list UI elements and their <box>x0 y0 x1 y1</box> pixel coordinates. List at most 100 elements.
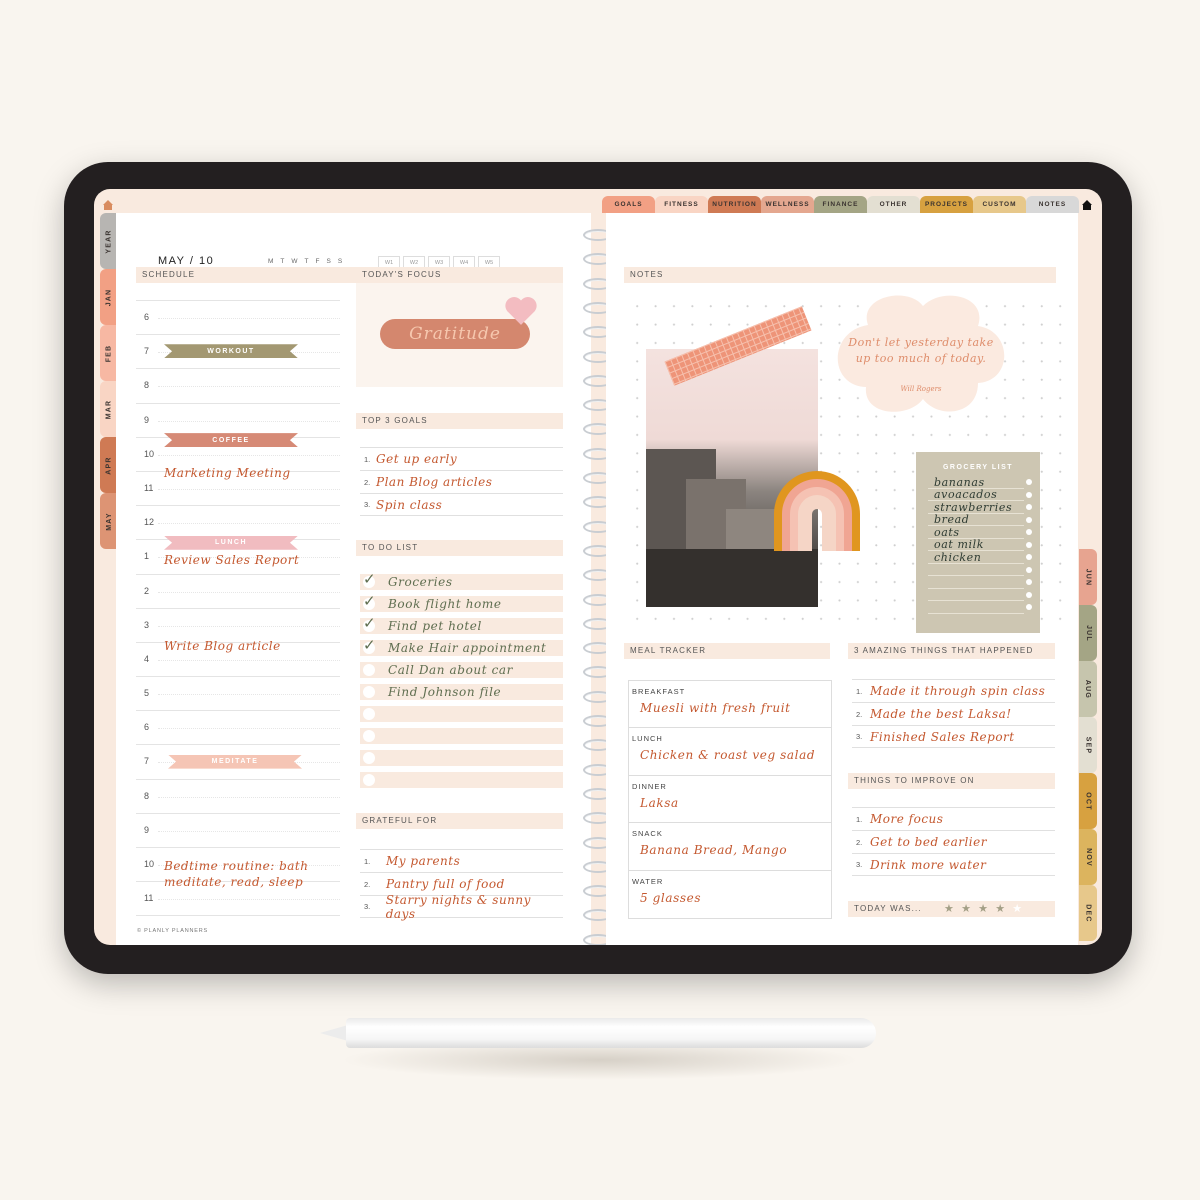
tab-fitness[interactable]: FITNESS <box>655 196 708 213</box>
star-empty-icon[interactable]: ★ <box>1012 903 1023 915</box>
tab-goals[interactable]: GOALS <box>602 196 655 213</box>
tab-oct[interactable]: OCT <box>1079 773 1097 829</box>
grocery-checkbox[interactable] <box>1026 566 1032 573</box>
grocery-item[interactable]: bread <box>928 514 1032 526</box>
todo-checkbox[interactable] <box>363 708 375 720</box>
schedule-hour-row[interactable]: 6 <box>136 710 340 744</box>
grocery-item[interactable]: oat milk <box>928 539 1032 551</box>
focus-box[interactable]: Gratitude <box>356 283 563 387</box>
grocery-checkbox[interactable] <box>1026 529 1032 535</box>
meal-row-dinner[interactable]: DINNER Laksa <box>629 776 831 824</box>
tab-jun[interactable]: JUN <box>1079 549 1097 605</box>
todo-checkbox[interactable] <box>363 752 375 764</box>
weekday-sun[interactable]: S <box>338 258 342 265</box>
grocery-checkbox[interactable] <box>1026 516 1032 523</box>
tab-custom[interactable]: CUSTOM <box>973 196 1026 213</box>
list-item[interactable]: 2. Plan Blog articles <box>360 470 563 493</box>
todo-checkbox[interactable] <box>363 774 375 786</box>
todo-item[interactable]: ✓ Groceries <box>360 570 563 590</box>
star-rating[interactable]: ★ ★ ★ ★ ★ <box>944 903 1023 915</box>
todo-item[interactable] <box>360 728 563 744</box>
list-item[interactable]: 2. Get to bed earlier <box>852 830 1055 853</box>
tab-sep[interactable]: SEP <box>1079 717 1097 773</box>
grocery-item[interactable] <box>928 576 1032 589</box>
schedule-hour-row[interactable]: 3 <box>136 607 340 642</box>
tab-jul[interactable]: JUL <box>1079 605 1097 661</box>
tab-other[interactable]: OTHER <box>867 196 920 213</box>
list-item[interactable]: 1. More focus <box>852 807 1055 830</box>
hour-label: 2 <box>144 585 150 596</box>
schedule-hour-row[interactable]: 9 <box>136 812 340 847</box>
tab-dec[interactable]: DEC <box>1079 885 1097 941</box>
schedule-hour-row[interactable]: 6 <box>136 300 340 334</box>
schedule-hour-row[interactable]: 5 <box>136 676 340 710</box>
tab-nutrition[interactable]: NUTRITION <box>708 196 761 213</box>
list-item[interactable]: 1. Get up early <box>360 447 563 470</box>
grocery-item[interactable] <box>928 601 1032 614</box>
grocery-item[interactable] <box>928 564 1032 576</box>
meal-row-lunch[interactable]: LUNCH Chicken & roast veg salad <box>629 728 831 776</box>
weekday-fri[interactable]: F <box>316 258 320 265</box>
list-item[interactable]: 1. Made it through spin class <box>852 679 1055 702</box>
todo-item[interactable] <box>360 706 563 722</box>
grocery-checkbox[interactable] <box>1026 554 1032 560</box>
list-item[interactable]: 2. Made the best Laksa! <box>852 702 1055 725</box>
grocery-item[interactable]: strawberries <box>928 501 1032 514</box>
schedule-hour-row[interactable]: 8 <box>136 778 340 813</box>
todo-checkbox[interactable] <box>363 686 375 698</box>
meal-row-water[interactable]: WATER 5 glasses <box>629 871 831 918</box>
grocery-checkbox[interactable] <box>1026 491 1032 498</box>
heart-icon <box>505 297 537 325</box>
tab-aug[interactable]: AUG <box>1079 661 1097 717</box>
grocery-checkbox[interactable] <box>1026 479 1032 485</box>
tab-projects[interactable]: PROJECTS <box>920 196 973 213</box>
weekday-wed[interactable]: W <box>291 258 297 265</box>
weekday-tue[interactable]: T <box>280 258 284 265</box>
star-filled-icon[interactable]: ★ <box>961 903 972 915</box>
list-item[interactable]: 3. Spin class <box>360 493 563 516</box>
grocery-item[interactable]: avoacados <box>928 489 1032 501</box>
star-filled-icon[interactable]: ★ <box>944 903 955 915</box>
grocery-checkbox[interactable] <box>1026 604 1032 610</box>
todo-checkbox[interactable] <box>363 730 375 742</box>
weekday-mon[interactable]: M <box>268 258 273 265</box>
weekday-thu[interactable]: T <box>305 258 309 265</box>
grocery-checkbox[interactable] <box>1026 504 1032 510</box>
list-item[interactable]: 3. Finished Sales Report <box>852 725 1055 748</box>
list-text: Get to bed earlier <box>870 835 987 849</box>
todo-item[interactable] <box>360 750 563 766</box>
grocery-checkbox[interactable] <box>1026 591 1032 598</box>
grocery-checkbox[interactable] <box>1026 579 1032 585</box>
weekday-sat[interactable]: S <box>327 258 331 265</box>
todo-item[interactable]: Call Dan about car <box>360 662 563 678</box>
home-icon[interactable] <box>1082 200 1092 210</box>
list-item[interactable]: 1. My parents <box>360 849 563 872</box>
schedule-note: Review Sales Report <box>164 553 300 568</box>
schedule-hour-row[interactable]: 2 <box>136 573 340 608</box>
grocery-item[interactable]: oats <box>928 526 1032 539</box>
star-filled-icon[interactable]: ★ <box>978 903 989 915</box>
home-icon[interactable] <box>103 200 113 210</box>
todo-item[interactable]: ✓ Find pet hotel <box>360 614 563 634</box>
schedule-hour-row[interactable]: 8 <box>136 368 340 402</box>
meal-row-breakfast[interactable]: BREAKFAST Muesli with fresh fruit <box>629 681 831 729</box>
schedule-hour-row[interactable]: 9 <box>136 402 340 437</box>
star-filled-icon[interactable]: ★ <box>995 903 1006 915</box>
todo-item[interactable] <box>360 772 563 788</box>
grocery-checkbox[interactable] <box>1026 541 1032 548</box>
tab-nov[interactable]: NOV <box>1079 829 1097 885</box>
list-item[interactable]: 3. Drink more water <box>852 853 1055 876</box>
todo-item[interactable]: ✓ Make Hair appointment <box>360 636 563 656</box>
tab-wellness[interactable]: WELLNESS <box>761 196 814 213</box>
tab-notes[interactable]: NOTES <box>1026 196 1079 213</box>
meal-row-snack[interactable]: SNACK Banana Bread, Mango <box>629 823 831 871</box>
tab-finance[interactable]: FINANCE <box>814 196 867 213</box>
todo-item[interactable]: Find Johnson file <box>360 684 563 700</box>
grocery-item[interactable] <box>928 589 1032 601</box>
schedule-hour-row[interactable]: 12 <box>136 505 340 539</box>
list-item[interactable]: 3. Starry nights & sunny days <box>360 893 563 921</box>
todo-item[interactable]: ✓ Book flight home <box>360 592 563 612</box>
grocery-item[interactable]: bananas <box>928 476 1032 489</box>
grocery-item[interactable]: chicken <box>928 551 1032 564</box>
todo-checkbox[interactable] <box>363 664 375 676</box>
